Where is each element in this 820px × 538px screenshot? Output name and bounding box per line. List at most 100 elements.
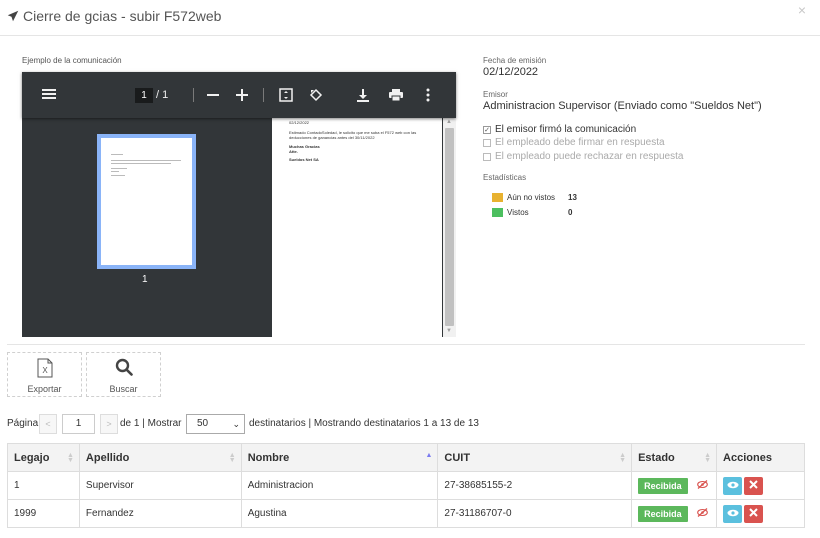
close-icon — [749, 507, 758, 517]
checkbox-unchecked-icon — [483, 138, 491, 147]
close-button[interactable]: × — [798, 2, 806, 18]
table-header-row: Legajo ▲ ▼ Apellido ▲ ▼ Nombre ▲ CUIT ▲ ▼ Estad… — [7, 443, 805, 472]
cell-estado: Recibida — [631, 471, 718, 500]
delete-button[interactable] — [744, 504, 764, 523]
checkbox-label: El empleado debe firmar en respuesta — [495, 137, 665, 148]
scroll-down-icon[interactable]: ▼ — [446, 328, 452, 334]
doc-line: deducciones de ganancias antes del 30/11… — [289, 135, 375, 140]
table-row: 1 Supervisor Administracion 27-38685155-… — [7, 471, 805, 500]
scroll-up-icon[interactable]: ▲ — [446, 119, 452, 125]
thumbnail-pane: 1 — [22, 118, 272, 337]
fecha-label: Fecha de emisión — [483, 56, 547, 65]
modal-title: Cierre de gcias - subir F572web — [7, 8, 221, 24]
cell-estado: Recibida — [631, 499, 718, 528]
doc-line: Atte. — [289, 149, 298, 154]
stat-swatch — [492, 208, 503, 217]
status-badge: Recibida — [638, 505, 688, 522]
column-header-cuit[interactable]: CUIT ▲ ▼ — [437, 443, 633, 472]
column-header-legajo[interactable]: Legajo ▲ ▼ — [7, 443, 80, 472]
cell-acciones — [716, 471, 805, 500]
column-header-apellido[interactable]: Apellido ▲ ▼ — [78, 443, 242, 472]
fit-page-icon[interactable] — [279, 88, 293, 104]
modal-title-text: Cierre de gcias - subir F572web — [23, 8, 222, 24]
pager-page-label: Página — [7, 418, 39, 429]
eye-slash-icon — [697, 508, 708, 520]
page-number-input[interactable]: 1 — [135, 88, 153, 103]
eye-slash-icon — [697, 480, 708, 492]
export-label: Exportar — [27, 384, 62, 394]
cell-legajo: 1999 — [7, 499, 80, 528]
delete-button[interactable] — [744, 476, 764, 495]
cell-cuit: 27-31186707-0 — [437, 499, 633, 528]
toolbar-separator — [193, 88, 194, 102]
emisor-value: Administracion Supervisor (Enviado como … — [483, 100, 762, 112]
checkbox-checked-icon: ✓ — [483, 125, 491, 134]
next-page-button[interactable]: > — [100, 414, 118, 434]
search-label: Buscar — [109, 384, 138, 394]
column-header-estado[interactable]: Estado ▲ ▼ — [631, 443, 718, 472]
checkbox-empleado-firmar: El empleado debe firmar en respuesta — [483, 137, 665, 148]
pdf-viewer: 1 / 1 1 02/12/2022 Estimado ContadoSoled… — [22, 72, 456, 337]
cell-nombre: Agustina — [240, 499, 439, 528]
pdf-toolbar: 1 / 1 — [22, 72, 456, 118]
export-button[interactable]: X Exportar — [7, 352, 82, 397]
search-button[interactable]: Buscar — [86, 352, 161, 397]
checkbox-label: El emisor firmó la comunicación — [495, 124, 637, 135]
thumbnail-page-number: 1 — [142, 274, 148, 285]
cell-acciones — [716, 499, 805, 528]
page-input[interactable]: 1 — [62, 414, 95, 434]
sort-icon: ▲ ▼ — [228, 452, 236, 464]
pager-of-text: de 1 | Mostrar — [120, 418, 182, 429]
sort-icon: ▲ ▼ — [66, 452, 74, 464]
view-button[interactable] — [723, 504, 743, 523]
stat-swatch — [492, 193, 503, 202]
view-button[interactable] — [723, 476, 743, 495]
close-icon — [749, 479, 758, 489]
menu-icon[interactable] — [42, 88, 56, 102]
stat-label: Vistos — [507, 208, 529, 217]
cell-nombre: Administracion — [240, 471, 439, 500]
checkbox-emisor-firmo: ✓ El emisor firmó la comunicación — [483, 124, 636, 135]
rotate-icon[interactable] — [309, 88, 323, 104]
stat-seen: Vistos 0 — [492, 208, 592, 217]
emisor-label: Emisor — [483, 90, 508, 99]
excel-file-icon: X — [8, 358, 81, 383]
zoom-out-icon[interactable] — [207, 88, 219, 104]
doc-line: Sueldos Net SA — [289, 157, 319, 162]
paper-plane-icon — [7, 10, 19, 22]
sort-icon: ▲ ▼ — [619, 452, 627, 464]
status-badge: Recibida — [638, 477, 688, 494]
viewer-scrollbar[interactable]: ▲ ▼ — [443, 118, 456, 337]
fecha-value: 02/12/2022 — [483, 66, 539, 78]
search-icon — [87, 358, 160, 381]
stat-count: 13 — [568, 193, 577, 202]
zoom-in-icon[interactable] — [236, 88, 248, 104]
page-size-select[interactable]: 50 ⌄ — [186, 414, 245, 434]
cell-legajo: 1 — [7, 471, 80, 500]
print-icon[interactable] — [389, 88, 403, 104]
toolbar-separator — [263, 88, 264, 102]
sort-asc-icon: ▲ — [425, 452, 433, 459]
sort-icon: ▲ ▼ — [704, 452, 712, 464]
svg-text:X: X — [42, 366, 48, 375]
checkbox-label: El empleado puede rechazar en respuesta — [495, 151, 684, 162]
stat-not-seen: Aún no vistos 13 — [492, 193, 592, 202]
stat-count: 0 — [568, 208, 573, 217]
checkbox-empleado-rechazar: El empleado puede rechazar en respuesta — [483, 151, 683, 162]
doc-line: 02/12/2022 — [289, 120, 310, 125]
more-options-icon[interactable] — [426, 88, 430, 104]
prev-page-button[interactable]: < — [39, 414, 57, 434]
chevron-down-icon: ⌄ — [232, 419, 240, 429]
preview-label: Ejemplo de la comunicación — [22, 56, 122, 65]
table-row: 1999 Fernandez Agustina 27-31186707-0 Re… — [7, 499, 805, 528]
download-icon[interactable] — [357, 88, 369, 104]
page-size-value: 50 — [197, 418, 209, 429]
cell-apellido: Supervisor — [78, 471, 242, 500]
eye-icon — [727, 481, 739, 488]
scroll-thumb[interactable] — [445, 128, 454, 326]
cell-apellido: Fernandez — [78, 499, 242, 528]
eye-icon — [727, 509, 739, 516]
page-total: / 1 — [156, 89, 169, 101]
column-header-nombre[interactable]: Nombre ▲ — [240, 443, 439, 472]
page-thumbnail[interactable] — [97, 134, 196, 269]
